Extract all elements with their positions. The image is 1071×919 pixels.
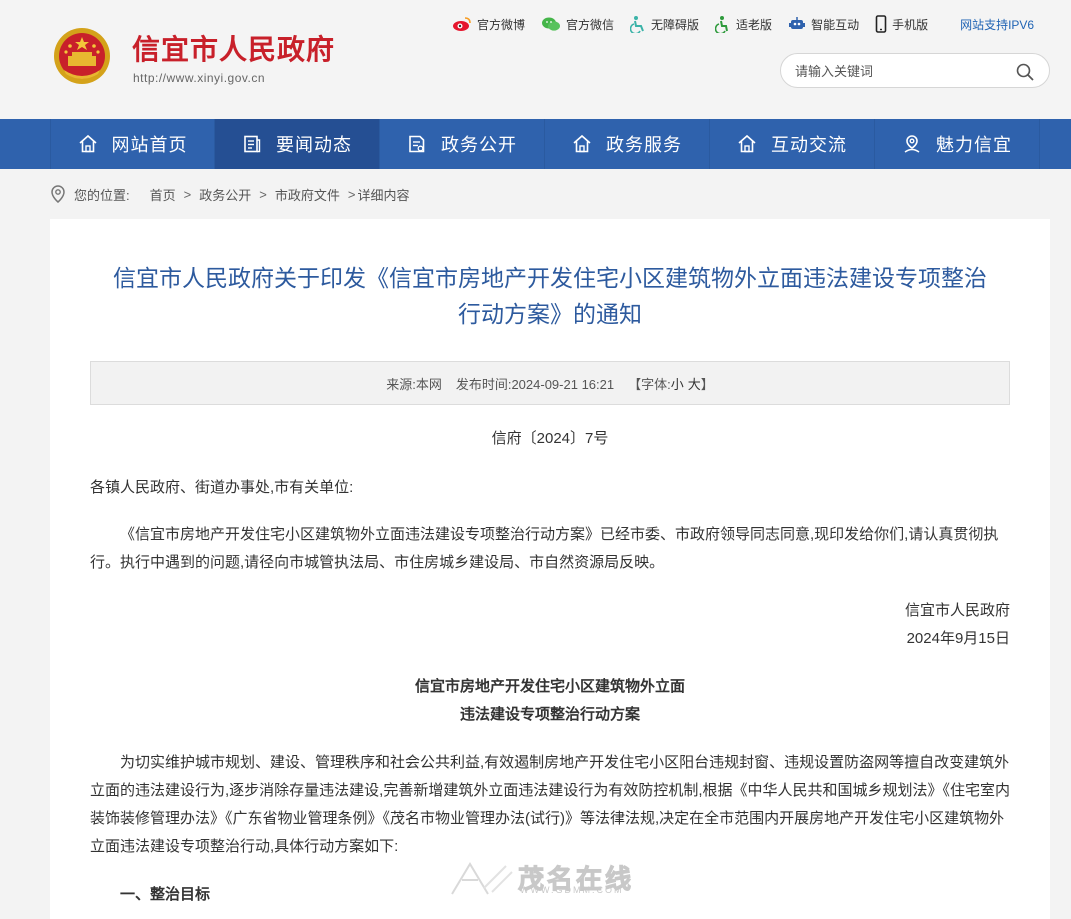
ipv6-link[interactable]: 网站支持IPV6 bbox=[960, 16, 1034, 33]
weibo-link[interactable]: 官方微博 bbox=[452, 16, 525, 33]
breadcrumb-separator: > bbox=[183, 186, 192, 202]
mobile-icon bbox=[875, 15, 887, 33]
national-emblem-logo[interactable] bbox=[52, 26, 112, 86]
breadcrumb-current: 详细内容 bbox=[357, 187, 410, 203]
nav-item-interaction[interactable]: 互动交流 bbox=[710, 119, 875, 169]
breadcrumb-home[interactable]: 首页 bbox=[150, 185, 176, 204]
meta-font-close: 】 bbox=[700, 376, 714, 392]
home-icon bbox=[573, 134, 591, 153]
signature: 信宜市人民政府 bbox=[904, 602, 1010, 619]
article-panel: 信宜市人民政府关于印发《信宜市房地产开发住宅小区建筑物外立面违法建设专项整治 行… bbox=[50, 219, 1050, 919]
nav-item-home[interactable]: 网站首页 bbox=[50, 119, 215, 169]
doc-number: 信府〔2024〕7号 bbox=[491, 430, 609, 447]
nav-item-label: 魅力信宜 bbox=[936, 135, 1012, 155]
elderly-icon bbox=[715, 16, 729, 33]
salutation: 各镇人民政府、街道办事处,市有关单位: bbox=[90, 479, 354, 496]
nav-item-news[interactable]: 要闻动态 bbox=[215, 119, 380, 169]
mobile-label: 手机版 bbox=[892, 17, 929, 32]
meta-date: 发布时间:2024-09-21 16:21 bbox=[455, 376, 615, 392]
nav-item-label: 政务服务 bbox=[606, 135, 682, 155]
sign-date: 2024年9月15日 bbox=[906, 630, 1010, 647]
document-icon bbox=[409, 135, 425, 153]
paragraph: 为切实维护城市规划、建设、管理秩序和社会公共利益,有效遏制房地产开发住宅小区阳台… bbox=[90, 754, 1011, 855]
nav-item-gov-service[interactable]: 政务服务 bbox=[545, 119, 710, 169]
top-links: 官方微博 官方微信 无障碍版 适老版 智能互动 手机版 网站支持IPV6 bbox=[452, 14, 1034, 34]
weibo-icon bbox=[453, 17, 471, 31]
meta-font-open: 【字体: bbox=[628, 376, 671, 392]
breadcrumb-gov-files[interactable]: 市政府文件 bbox=[275, 185, 340, 204]
search-input[interactable] bbox=[795, 61, 1005, 81]
wechat-link[interactable]: 官方微信 bbox=[541, 16, 614, 33]
nav-item-label: 互动交流 bbox=[771, 135, 847, 155]
nav-item-gov-affairs[interactable]: 政务公开 bbox=[380, 119, 545, 169]
breadcrumb-separator: > bbox=[259, 186, 267, 202]
mobile-link[interactable]: 手机版 bbox=[875, 15, 928, 33]
nav-item-label: 网站首页 bbox=[111, 135, 188, 155]
plan-title-line: 违法建设专项整治行动方案 bbox=[459, 706, 640, 723]
breadcrumb-prefix: 您的位置: bbox=[74, 187, 130, 203]
article-title-line: 行动方案》的通知 bbox=[458, 301, 642, 327]
paragraph: 《信宜市房地产开发住宅小区建筑物外立面违法建设专项整治行动方案》已经市委、市政府… bbox=[90, 526, 999, 571]
article-title-line: 信宜市人民政府关于印发《信宜市房地产开发住宅小区建筑物外立面违法建设专项整治 bbox=[113, 265, 987, 291]
wechat-label: 官方微信 bbox=[566, 17, 615, 32]
elderly-link[interactable]: 适老版 bbox=[715, 15, 772, 33]
location-person-icon bbox=[904, 135, 920, 153]
weibo-label: 官方微博 bbox=[477, 17, 526, 32]
accessibility-icon bbox=[630, 16, 644, 33]
search-box bbox=[780, 53, 1050, 88]
article-title: 信宜市人民政府关于印发《信宜市房地产开发住宅小区建筑物外立面违法建设专项整治 行… bbox=[90, 260, 1010, 332]
elderly-label: 适老版 bbox=[736, 17, 773, 32]
nav-item-label: 要闻动态 bbox=[276, 135, 352, 155]
robot-label: 智能互动 bbox=[811, 17, 860, 32]
meta-source: 来源:本网 bbox=[386, 376, 442, 392]
search-icon[interactable] bbox=[1015, 62, 1035, 82]
font-small-button[interactable]: 小 bbox=[671, 374, 684, 393]
main-nav: 网站首页 要闻动态 政务公开 政务服务 互动交流 魅力信宜 bbox=[0, 119, 1071, 169]
nav-item-label: 政务公开 bbox=[441, 135, 517, 155]
article-meta: 来源:本网 发布时间:2024-09-21 16:21 【字体: 小 大 】 bbox=[90, 361, 1010, 405]
home-icon bbox=[78, 134, 97, 153]
news-icon bbox=[244, 135, 261, 153]
breadcrumb: 您的位置: 首页 > 政务公开 > 市政府文件 > 详细内容 bbox=[50, 184, 409, 204]
accessibility-label: 无障碍版 bbox=[651, 17, 700, 32]
wechat-icon bbox=[542, 17, 561, 31]
accessibility-link[interactable]: 无障碍版 bbox=[630, 15, 699, 33]
font-large-button[interactable]: 大 bbox=[688, 374, 701, 393]
nav-item-charm[interactable]: 魅力信宜 bbox=[875, 119, 1040, 169]
home-icon bbox=[738, 134, 756, 153]
plan-title-line: 信宜市房地产开发住宅小区建筑物外立面 bbox=[414, 678, 685, 695]
breadcrumb-separator: > bbox=[347, 186, 356, 202]
robot-icon bbox=[789, 17, 806, 29]
site-url: http://www.xinyi.gov.cn bbox=[133, 71, 265, 85]
location-pin-icon bbox=[51, 185, 65, 203]
robot-link[interactable]: 智能互动 bbox=[788, 15, 859, 33]
site-header: 信宜市人民政府 http://www.xinyi.gov.cn 官方微博 官方微… bbox=[0, 0, 1071, 119]
site-name[interactable]: 信宜市人民政府 bbox=[132, 28, 335, 68]
watermark-subtext: WWW.GDMM.COM bbox=[520, 885, 624, 895]
breadcrumb-gov-affairs[interactable]: 政务公开 bbox=[199, 185, 251, 204]
